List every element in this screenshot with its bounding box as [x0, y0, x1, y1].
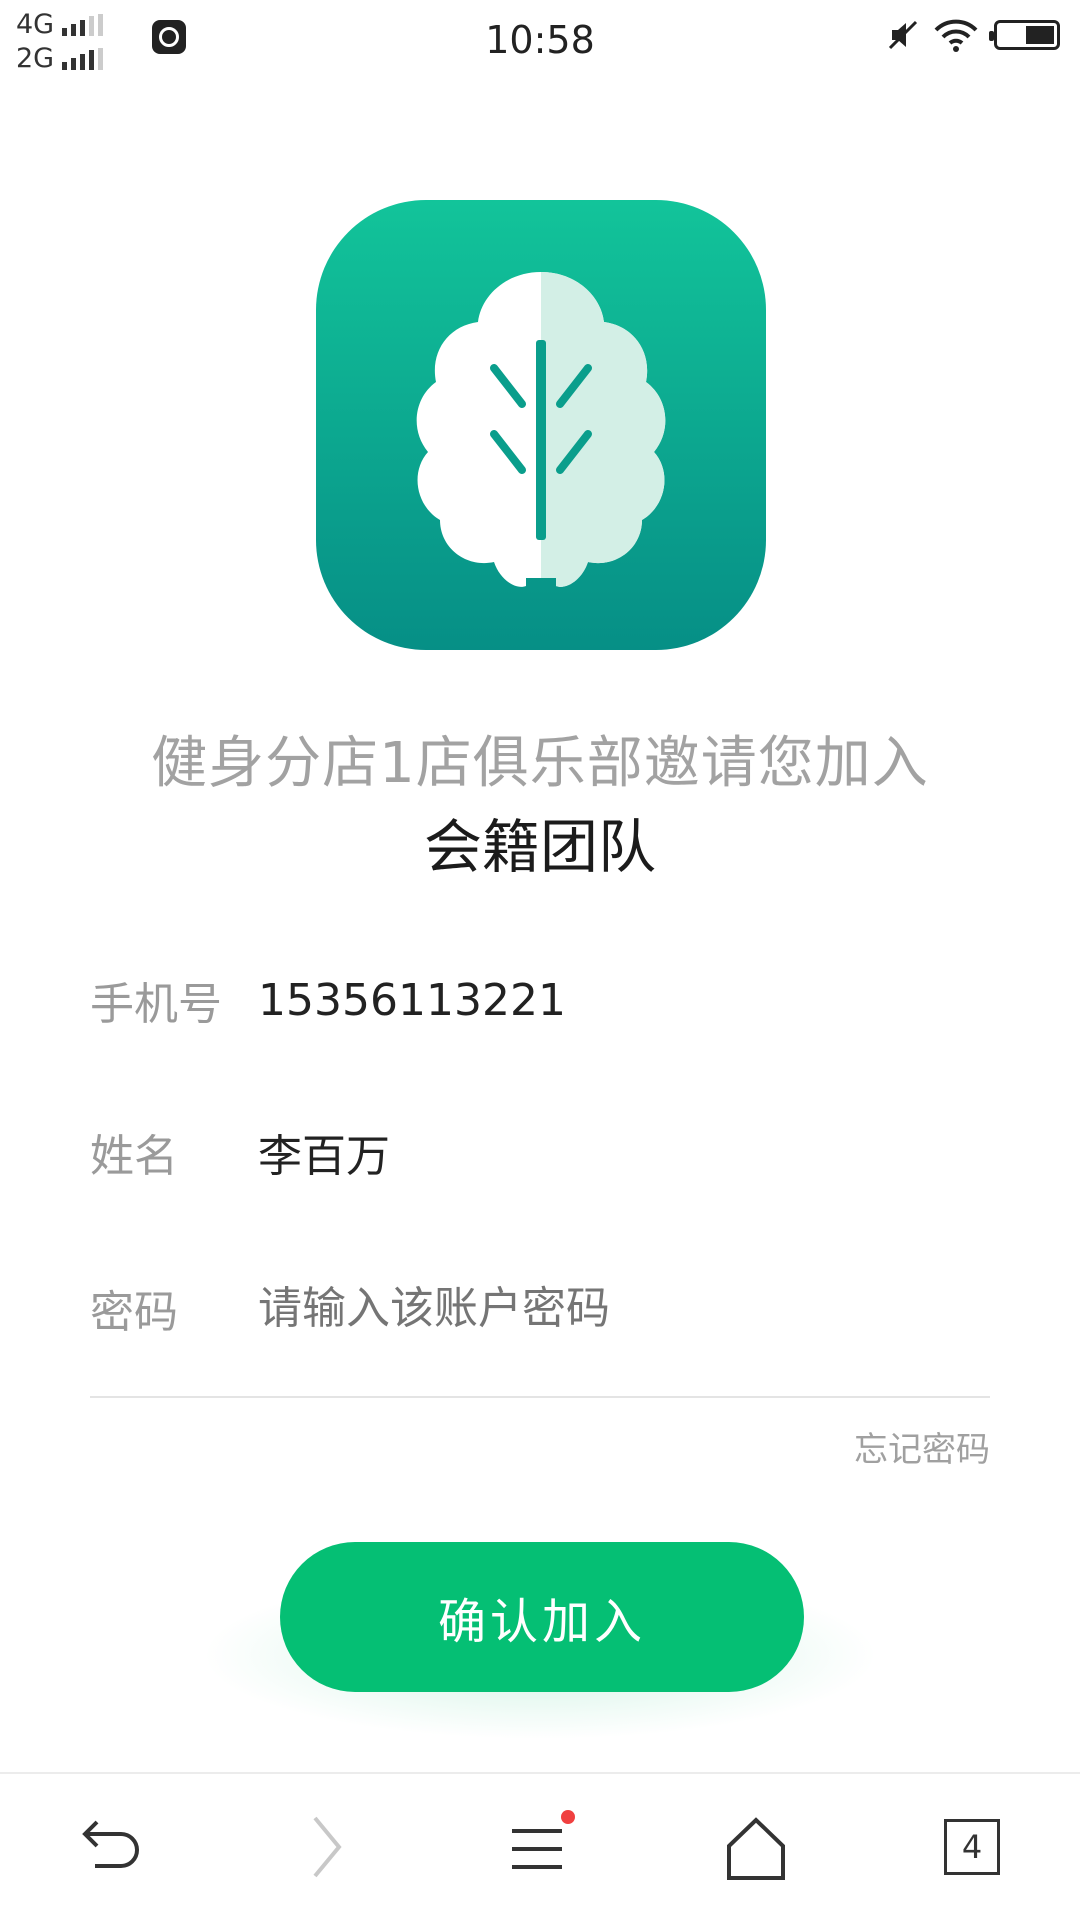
- tabs-button[interactable]: 4: [912, 1774, 1032, 1920]
- battery-icon: [989, 20, 1060, 50]
- leaf-icon: [416, 272, 666, 587]
- back-button[interactable]: [50, 1774, 170, 1920]
- wifi-icon: [934, 18, 978, 52]
- invite-text: 健身分店1店俱乐部邀请您加入: [151, 731, 929, 796]
- menu-button[interactable]: [480, 1774, 600, 1920]
- divider: [90, 1396, 990, 1398]
- forward-arrow-icon: [313, 1816, 342, 1878]
- club-logo: [316, 200, 766, 650]
- forward-button[interactable]: [266, 1774, 386, 1920]
- name-label: 姓名: [90, 1131, 178, 1182]
- browser-nav-bar: 4: [0, 1772, 1080, 1920]
- name-row: 姓名 李百万: [90, 1112, 990, 1192]
- back-arrow-icon: [82, 1820, 139, 1868]
- password-input[interactable]: [258, 1282, 938, 1334]
- forgot-password-link[interactable]: 忘记密码: [854, 1422, 990, 1471]
- tab-count: 4: [944, 1819, 1000, 1875]
- name-value: 李百万: [258, 1131, 390, 1182]
- phone-value: 15356113221: [258, 974, 566, 1026]
- home-icon: [727, 1817, 785, 1880]
- password-label: 密码: [90, 1287, 178, 1338]
- notification-dot: [561, 1810, 575, 1824]
- status-bar: 4G 2G 10:58: [0, 0, 1080, 84]
- phone-label: 手机号: [90, 979, 222, 1030]
- mute-icon: [888, 20, 918, 50]
- team-name: 会籍团队: [423, 813, 656, 881]
- password-row: 密码: [90, 1268, 990, 1348]
- confirm-join-button[interactable]: 确认加入: [280, 1542, 804, 1692]
- home-button[interactable]: [696, 1774, 816, 1920]
- menu-icon: [512, 1810, 575, 1869]
- phone-row: 手机号 15356113221: [90, 960, 990, 1040]
